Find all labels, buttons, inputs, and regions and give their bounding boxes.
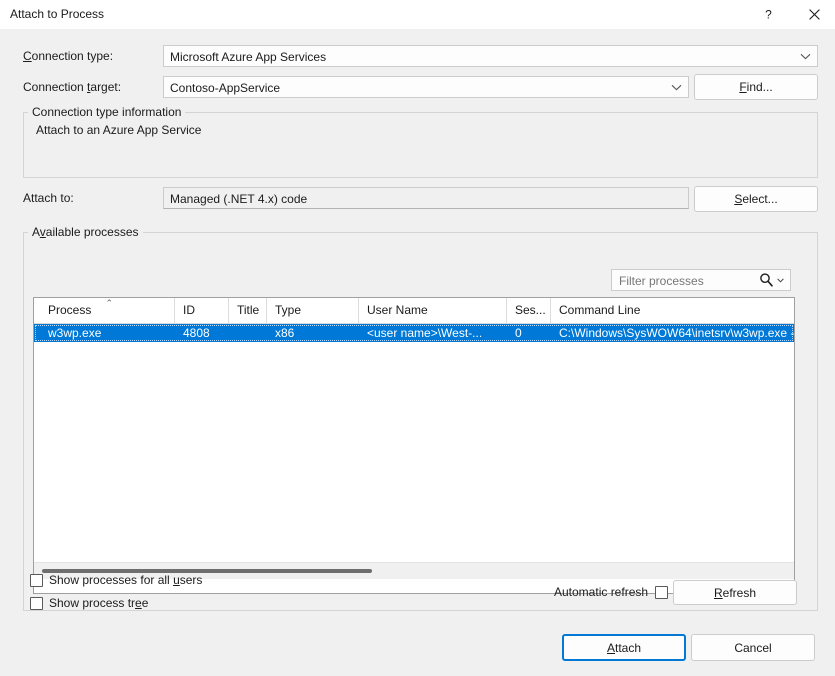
attach-to-label: Attach to: — [23, 191, 74, 205]
checkbox-box — [30, 596, 43, 610]
column-header-user[interactable]: User Name — [359, 298, 507, 323]
column-header-id[interactable]: ID — [175, 298, 229, 323]
column-header-cmdline[interactable]: Command Line — [551, 298, 794, 323]
attach-button-label: Attach — [606, 640, 642, 655]
column-header-label: Type — [275, 303, 302, 317]
show-process-tree-label: Show process tree — [49, 596, 149, 610]
connection-target-value: Contoso-AppService — [170, 81, 281, 95]
chevron-down-icon — [800, 46, 811, 66]
column-header-label: Title — [237, 303, 260, 317]
connection-type-information-group — [23, 112, 818, 178]
available-processes-title: Available processes — [28, 225, 143, 239]
find-button-label: Find... — [739, 80, 773, 94]
process-cell-session: 0 — [515, 326, 522, 340]
window-title: Attach to Process — [10, 7, 105, 21]
question-mark-icon: ? — [765, 8, 772, 21]
filter-processes-input[interactable]: Filter processes — [611, 269, 791, 291]
magnifier-icon[interactable] — [759, 272, 774, 291]
close-icon — [808, 9, 820, 20]
connection-type-information-title: Connection type information — [28, 105, 186, 119]
process-row[interactable]: w3wp.exe 4808 x86 <user name>\West-... 0 C:\W… — [34, 324, 794, 342]
select-button-label: Select... — [734, 192, 778, 206]
find-button[interactable]: Find... — [694, 74, 818, 100]
chevron-down-icon[interactable] — [777, 277, 784, 285]
connection-type-combo[interactable]: Microsoft Azure App Services — [163, 45, 818, 67]
column-header-type[interactable]: Type — [267, 298, 359, 323]
attach-to-value: Managed (.NET 4.x) code — [170, 192, 308, 206]
column-header-title[interactable]: Title — [229, 298, 267, 323]
column-header-label: User Name — [367, 303, 428, 317]
column-header-process[interactable]: Process ⌃ — [40, 298, 175, 323]
attach-to-field[interactable]: Managed (.NET 4.x) code — [163, 187, 689, 209]
show-processes-for-all-users-label: Show processes for all users — [49, 573, 203, 587]
attach-button[interactable]: Attach — [562, 634, 686, 661]
process-cell-cmdline: C:\Windows\SysWOW64\inetsrv\w3wp.exe -ap… — [559, 326, 795, 340]
checkbox-box — [655, 585, 669, 599]
process-cell-process: w3wp.exe — [48, 326, 102, 340]
cancel-button[interactable]: Cancel — [691, 634, 815, 661]
column-header-label: Command Line — [559, 303, 641, 317]
sort-ascending-icon: ⌃ — [105, 298, 114, 308]
automatic-refresh-checkbox[interactable]: Automatic refresh — [554, 585, 669, 599]
filter-placeholder: Filter processes — [619, 274, 704, 288]
column-header-label: Ses... — [515, 303, 546, 317]
connection-type-information-text: Attach to an Azure App Service — [36, 123, 202, 137]
dialog-body: Connection type: Microsoft Azure App Ser… — [0, 29, 835, 676]
column-header-session[interactable]: Ses... — [507, 298, 551, 323]
column-header-label: ID — [183, 303, 195, 317]
help-button[interactable]: ? — [745, 0, 791, 29]
checkbox-box — [30, 573, 43, 587]
connection-type-label: Connection type: — [23, 49, 114, 63]
title-bar: Attach to Process ? — [0, 0, 835, 30]
chevron-down-icon — [671, 77, 682, 97]
close-button[interactable] — [791, 0, 835, 29]
connection-target-label: Connection target: — [23, 80, 122, 94]
svg-text:?: ? — [765, 8, 772, 21]
refresh-button[interactable]: Refresh — [673, 580, 797, 605]
show-processes-for-all-users-checkbox[interactable]: Show processes for all users — [30, 573, 202, 587]
process-cell-user: <user name>\West-... — [367, 326, 483, 340]
process-cell-id: 4808 — [183, 326, 210, 340]
process-list[interactable]: Process ⌃ ID Title Type User Name Ses... Comman… — [33, 297, 795, 594]
column-header-label: Process — [48, 303, 92, 317]
connection-target-combo[interactable]: Contoso-AppService — [163, 76, 689, 98]
connection-type-value: Microsoft Azure App Services — [170, 50, 327, 64]
process-cell-type: x86 — [275, 326, 295, 340]
refresh-button-label: Refresh — [713, 585, 757, 600]
cancel-button-label: Cancel — [734, 640, 772, 655]
automatic-refresh-label: Automatic refresh — [554, 585, 649, 599]
show-process-tree-checkbox[interactable]: Show process tree — [30, 596, 148, 610]
select-button[interactable]: Select... — [694, 186, 818, 212]
